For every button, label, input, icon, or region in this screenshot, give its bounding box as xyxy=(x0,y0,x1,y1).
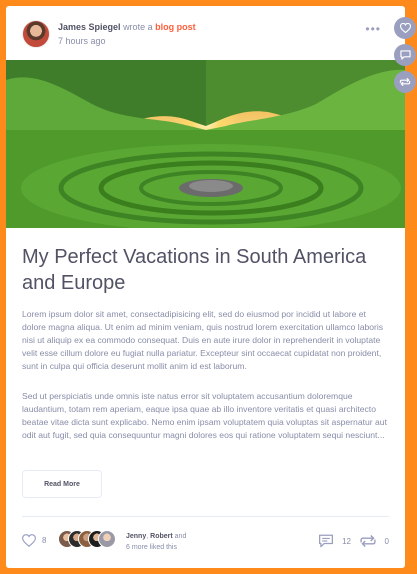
and-text: and xyxy=(174,533,187,540)
liker-avatars[interactable] xyxy=(58,530,118,550)
more-liked-text: 6 more liked this xyxy=(126,544,177,551)
liker-separator: , xyxy=(146,533,149,540)
post-footer: 8 Jenny, Robert and 6 more liked this 12 xyxy=(22,526,389,556)
comment-icon xyxy=(319,534,334,548)
post-type-link[interactable]: blog post xyxy=(155,22,196,32)
comment-icon xyxy=(399,50,411,60)
share-button[interactable]: 0 xyxy=(359,534,389,548)
comment-count: 12 xyxy=(342,536,351,546)
side-like-button[interactable] xyxy=(394,17,416,39)
read-more-button[interactable]: Read More xyxy=(22,470,102,498)
side-comment-button[interactable] xyxy=(394,44,416,66)
post-header: James Spiegel wrote a blog post 7 hours … xyxy=(22,18,389,58)
like-button[interactable]: 8 xyxy=(22,534,46,547)
wrote-a-text: wrote a xyxy=(123,22,153,32)
post-time: 7 hours ago xyxy=(58,36,106,46)
author-avatar[interactable] xyxy=(22,20,50,48)
like-count: 8 xyxy=(42,536,47,545)
share-icon xyxy=(359,534,376,548)
author-name[interactable]: James Spiegel xyxy=(58,22,121,32)
post-title[interactable]: My Perfect Vacations in South America an… xyxy=(22,244,382,296)
avatar xyxy=(98,530,116,548)
heart-icon xyxy=(399,23,411,33)
post-paragraph-1: Lorem ipsum dolor sit amet, consectadipi… xyxy=(22,309,384,371)
liker-name[interactable]: Robert xyxy=(150,533,173,540)
liked-by-text: Jenny, Robert and 6 more liked this xyxy=(126,531,186,553)
share-count: 0 xyxy=(384,536,389,546)
side-share-button[interactable] xyxy=(394,71,416,93)
author-line: James Spiegel wrote a blog post xyxy=(58,22,196,32)
comments-button[interactable]: 12 xyxy=(318,534,351,548)
side-actions xyxy=(394,17,416,93)
post-paragraph-2: Sed ut perspiciatis unde omnis iste natu… xyxy=(22,391,387,440)
liker-name[interactable]: Jenny xyxy=(126,533,146,540)
more-dots-icon[interactable]: ••• xyxy=(365,22,381,36)
heart-icon xyxy=(22,534,36,547)
post-card: James Spiegel wrote a blog post 7 hours … xyxy=(6,6,405,568)
landscape-image xyxy=(6,60,405,228)
post-image xyxy=(6,60,405,228)
share-icon xyxy=(399,77,411,87)
divider xyxy=(22,516,389,517)
